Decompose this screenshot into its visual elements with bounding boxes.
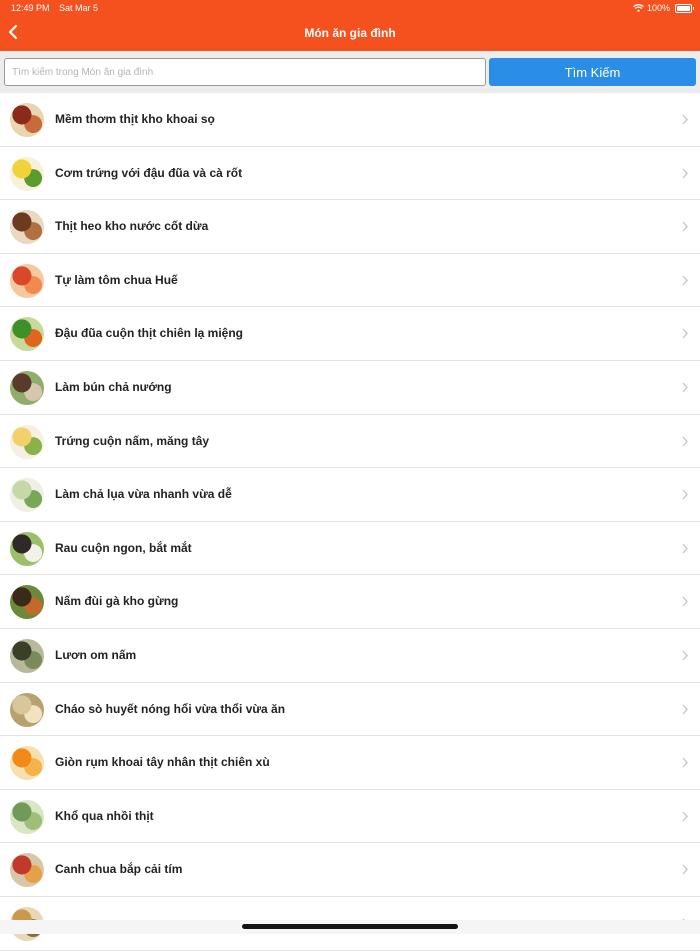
chevron-right-icon: [682, 382, 688, 393]
list-item-label: Mềm thơm thịt kho khoai sọ: [55, 112, 215, 126]
recipe-thumbnail: [10, 370, 44, 405]
list-item[interactable]: Thịt heo kho nước cốt dừa: [0, 200, 700, 254]
battery-percent: 100%: [646, 3, 670, 13]
list-item[interactable]: Giòn rụm khoai tây nhân thịt chiên xù: [0, 736, 700, 790]
recipe-thumbnail: [10, 746, 44, 781]
chevron-right-icon: [682, 704, 688, 714]
list-item-label: Nấm đùi gà kho gừng: [55, 594, 179, 609]
page-title: Món ăn gia đình: [304, 26, 396, 40]
recipe-thumbnail: [10, 317, 44, 352]
list-item-label: Trứng cuộn nấm, măng tây: [55, 433, 210, 448]
list-item-label: Canh chua bắp cải tím: [55, 862, 183, 877]
list-item-label: Cháo sò huyết nóng hổi vừa thổi vừa ăn: [55, 701, 286, 716]
chevron-right-icon: [682, 864, 688, 875]
chevron-right-icon: [682, 489, 688, 500]
list-item[interactable]: Làm chả lụa vừa nhanh vừa dễ: [0, 468, 700, 522]
home-indicator[interactable]: [242, 924, 458, 929]
list-item[interactable]: Đậu đũa cuộn thịt chiên lạ miệng: [0, 307, 700, 361]
wifi-icon: [633, 4, 644, 12]
list-item[interactable]: Cháo sò huyết nóng hổi vừa thổi vừa ăn: [0, 683, 700, 737]
chevron-right-icon: [682, 168, 688, 179]
list-item-label: Làm chả lụa vừa nhanh vừa dễ: [55, 487, 232, 502]
chevron-right-icon: [682, 650, 688, 661]
list-item[interactable]: Làm bún chả nướng: [0, 361, 700, 415]
recipe-thumbnail: [10, 585, 44, 620]
recipe-thumbnail: [10, 263, 44, 298]
list-item-label: Khổ qua nhồi thịt: [55, 808, 154, 823]
home-bar: [0, 920, 700, 934]
nav-bar: Món ăn gia đình: [0, 17, 700, 51]
list-item-label: Lươn om nấm: [55, 647, 137, 662]
list-item-label: Giòn rụm khoai tây nhân thịt chiên xù: [55, 755, 270, 770]
chevron-right-icon: [682, 114, 688, 125]
chevron-right-icon: [682, 811, 688, 822]
chevron-right-icon: [682, 275, 688, 286]
recipe-thumbnail: [10, 103, 44, 137]
chevron-right-icon: [682, 328, 688, 339]
list-item[interactable]: Khổ qua nhồi thịt: [0, 790, 700, 844]
list-item-label: Tự làm tôm chua Huế: [55, 272, 178, 287]
list-item-label: Làm bún chả nướng: [55, 379, 172, 394]
chevron-right-icon: [682, 543, 688, 554]
list-item[interactable]: Lươn om nấm: [0, 629, 700, 683]
list-item-label: Đậu đũa cuộn thịt chiên lạ miệng: [55, 326, 244, 341]
list-item[interactable]: Nấm đùi gà kho gừng: [0, 575, 700, 629]
list-item-label: Thịt heo kho nước cốt dừa: [55, 219, 209, 234]
status-date: Sat Mar 5: [59, 3, 99, 13]
status-time: 12:49 PM: [11, 3, 50, 13]
chevron-right-icon: [682, 221, 688, 232]
status-bar: 12:49 PM Sat Mar 5 100%: [0, 0, 700, 17]
chevron-right-icon: [682, 757, 688, 768]
search-input[interactable]: [4, 58, 486, 86]
recipe-list: Mềm thơm thịt kho khoai sọ Cơm trứng với …: [0, 93, 700, 951]
recipe-thumbnail: [10, 210, 44, 245]
recipe-thumbnail: [10, 853, 44, 888]
list-item[interactable]: Trứng cuộn nấm, măng tây: [0, 415, 700, 469]
list-item[interactable]: Tự làm tôm chua Huế: [0, 254, 700, 308]
list-item[interactable]: Canh chua bắp cải tím: [0, 843, 700, 897]
search-bar: Tìm Kiếm: [0, 51, 700, 93]
recipe-thumbnail: [10, 156, 44, 191]
list-item[interactable]: Mềm thơm thịt kho khoai sọ: [0, 93, 700, 147]
recipe-thumbnail: [10, 424, 44, 459]
battery-icon: [675, 3, 694, 13]
recipe-thumbnail: [10, 799, 44, 834]
list-item[interactable]: Rau cuộn ngon, bắt mắt: [0, 522, 700, 576]
recipe-thumbnail: [10, 531, 44, 566]
chevron-right-icon: [682, 596, 688, 607]
search-button[interactable]: Tìm Kiếm: [489, 58, 696, 86]
list-item-label: Rau cuộn ngon, bắt mắt: [55, 540, 192, 555]
chevron-right-icon: [682, 436, 688, 446]
recipe-thumbnail: [10, 638, 44, 673]
list-item[interactable]: Cơm trứng với đậu đũa và cà rốt: [0, 147, 700, 201]
recipe-thumbnail: [10, 478, 44, 513]
list-item-label: Cơm trứng với đậu đũa và cà rốt: [55, 165, 243, 180]
recipe-thumbnail: [10, 692, 44, 727]
